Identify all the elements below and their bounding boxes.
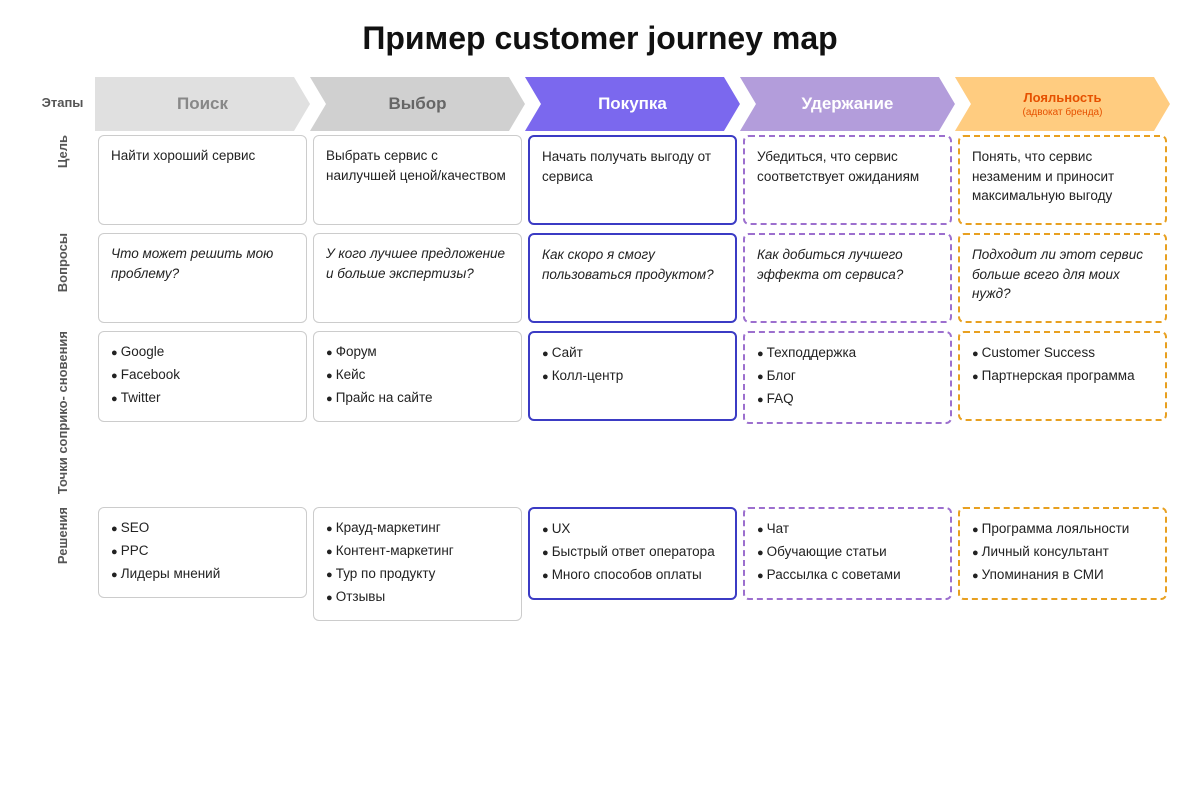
stages-row: Этапы Поиск Выбор Покупка Удержание <box>30 77 1170 131</box>
cell-box-r0-c4: Понять, что сервис незаменим и приносит … <box>958 135 1167 225</box>
cell-box-r1-c4: Подходит ли этот сервис больше всего для… <box>958 233 1167 323</box>
row-1: ВопросыЧто может решить мою проблему?У к… <box>30 229 1170 327</box>
list-item: Twitter <box>111 388 294 408</box>
stage-choice-arrow: Выбор <box>310 77 525 131</box>
cell-box-r1-c3: Как добиться лучшего эффекта от сервиса? <box>743 233 952 323</box>
cell-r1-c4: Подходит ли этот сервис больше всего для… <box>955 229 1170 327</box>
list-item: UX <box>542 519 723 539</box>
cell-box-r2-c4: Customer Success Партнерская программа <box>958 331 1167 421</box>
cell-box-r2-c3: Техподдержка Блог FAQ <box>743 331 952 424</box>
stage-loyalty-arrow: Лояльность (адвокат бренда) <box>955 77 1170 131</box>
cell-box-r2-c1: Форум Кейс Прайс на сайте <box>313 331 522 422</box>
list-item: Партнерская программа <box>972 366 1153 386</box>
list-item: Личный консультант <box>972 542 1153 562</box>
list-item: Контент-маркетинг <box>326 541 509 561</box>
stage-search-cell: Поиск <box>95 77 310 131</box>
cell-r2-c3: Техподдержка Блог FAQ <box>740 327 955 503</box>
row-label-0: Цель <box>30 131 95 229</box>
cell-r2-c4: Customer Success Партнерская программа <box>955 327 1170 503</box>
cell-box-r1-c2: Как скоро я смогу пользоваться продуктом… <box>528 233 737 323</box>
row-label-1: Вопросы <box>30 229 95 327</box>
cell-r1-c3: Как добиться лучшего эффекта от сервиса? <box>740 229 955 327</box>
cell-r3-c3: Чат Обучающие статьи Рассылка с советами <box>740 503 955 625</box>
cell-r3-c0: SEO PPC Лидеры мнений <box>95 503 310 625</box>
cell-box-r3-c3: Чат Обучающие статьи Рассылка с советами <box>743 507 952 600</box>
cell-box-r1-c1: У кого лучшее предложение и больше экспе… <box>313 233 522 323</box>
cjm-table: Этапы Поиск Выбор Покупка Удержание <box>30 77 1170 625</box>
list-item: Обучающие статьи <box>757 542 938 562</box>
stage-search-arrow: Поиск <box>95 77 310 131</box>
row-label-2: Точки соприко- сновения <box>30 327 95 503</box>
cell-r2-c0: Google Facebook Twitter <box>95 327 310 503</box>
list-item: Customer Success <box>972 343 1153 363</box>
cell-r0-c3: Убедиться, что сервис соответствует ожид… <box>740 131 955 229</box>
row-3: Решения SEO PPC Лидеры мнений Крауд-маркетин… <box>30 503 1170 625</box>
cell-box-r3-c1: Крауд-маркетинг Контент-маркетинг Тур по п… <box>313 507 522 621</box>
row-0: ЦельНайти хороший сервисВыбрать сервис с… <box>30 131 1170 229</box>
row-label-3: Решения <box>30 503 95 625</box>
cell-r3-c1: Крауд-маркетинг Контент-маркетинг Тур по п… <box>310 503 525 625</box>
cell-box-r3-c0: SEO PPC Лидеры мнений <box>98 507 307 598</box>
row-2: Точки соприко- сновения Google Facebook Twi… <box>30 327 1170 503</box>
cell-r1-c1: У кого лучшее предложение и больше экспе… <box>310 229 525 327</box>
cell-r2-c2: Сайт Колл-центр <box>525 327 740 503</box>
list-item: Быстрый ответ оператора <box>542 542 723 562</box>
stages-row-label: Этапы <box>30 77 95 131</box>
list-item: Форум <box>326 342 509 362</box>
list-item: Отзывы <box>326 587 509 607</box>
cell-box-r1-c0: Что может решить мою проблему? <box>98 233 307 323</box>
cell-box-r0-c0: Найти хороший сервис <box>98 135 307 225</box>
cell-box-r3-c4: Программа лояльности Личный консультант Уп… <box>958 507 1167 600</box>
list-item: Тур по продукту <box>326 564 509 584</box>
stage-choice-cell: Выбор <box>310 77 525 131</box>
list-item: Много способов оплаты <box>542 565 723 585</box>
list-item: Упоминания в СМИ <box>972 565 1153 585</box>
cell-r0-c0: Найти хороший сервис <box>95 131 310 229</box>
cell-box-r3-c2: UX Быстрый ответ оператора Много способов … <box>528 507 737 600</box>
list-item: Программа лояльности <box>972 519 1153 539</box>
list-item: Крауд-маркетинг <box>326 518 509 538</box>
list-item: Кейс <box>326 365 509 385</box>
list-item: PPC <box>111 541 294 561</box>
list-item: FAQ <box>757 389 938 409</box>
cell-r3-c4: Программа лояльности Личный консультант Уп… <box>955 503 1170 625</box>
cell-r3-c2: UX Быстрый ответ оператора Много способов … <box>525 503 740 625</box>
stage-purchase-cell: Покупка <box>525 77 740 131</box>
list-item: SEO <box>111 518 294 538</box>
list-item: Google <box>111 342 294 362</box>
cell-r0-c2: Начать получать выгоду от сервиса <box>525 131 740 229</box>
stage-loyalty-cell: Лояльность (адвокат бренда) <box>955 77 1170 131</box>
stage-retention-arrow: Удержание <box>740 77 955 131</box>
page-title: Пример customer journey map <box>30 20 1170 57</box>
list-item: Блог <box>757 366 938 386</box>
list-item: Чат <box>757 519 938 539</box>
cell-box-r0-c2: Начать получать выгоду от сервиса <box>528 135 737 225</box>
list-item: Рассылка с советами <box>757 565 938 585</box>
list-item: Лидеры мнений <box>111 564 294 584</box>
cell-r2-c1: Форум Кейс Прайс на сайте <box>310 327 525 503</box>
cell-box-r0-c3: Убедиться, что сервис соответствует ожид… <box>743 135 952 225</box>
list-item: Сайт <box>542 343 723 363</box>
cell-box-r0-c1: Выбрать сервис с наилучшей ценой/качеств… <box>313 135 522 225</box>
cell-box-r2-c0: Google Facebook Twitter <box>98 331 307 422</box>
list-item: Прайс на сайте <box>326 388 509 408</box>
stage-purchase-arrow: Покупка <box>525 77 740 131</box>
list-item: Facebook <box>111 365 294 385</box>
cell-r1-c2: Как скоро я смогу пользоваться продуктом… <box>525 229 740 327</box>
list-item: Техподдержка <box>757 343 938 363</box>
stage-retention-cell: Удержание <box>740 77 955 131</box>
list-item: Колл-центр <box>542 366 723 386</box>
cell-box-r2-c2: Сайт Колл-центр <box>528 331 737 421</box>
cell-r0-c4: Понять, что сервис незаменим и приносит … <box>955 131 1170 229</box>
cell-r1-c0: Что может решить мою проблему? <box>95 229 310 327</box>
cell-r0-c1: Выбрать сервис с наилучшей ценой/качеств… <box>310 131 525 229</box>
